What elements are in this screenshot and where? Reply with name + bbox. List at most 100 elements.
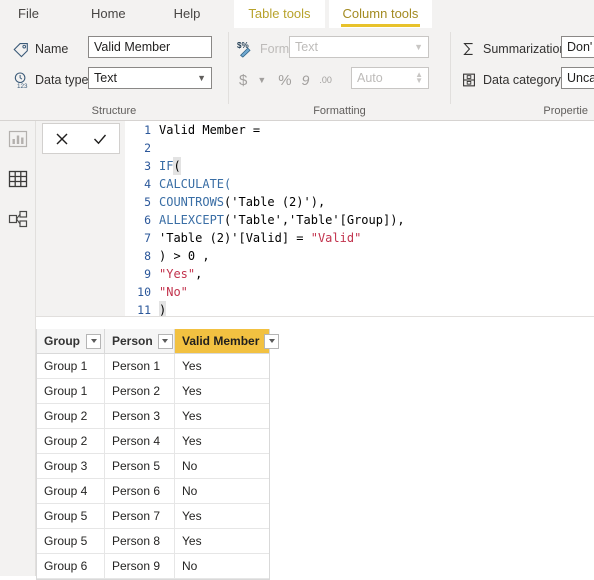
table-cell[interactable]: No	[175, 554, 269, 579]
table-row[interactable]: Group 3 Person 5 No	[37, 454, 269, 479]
report-view-icon[interactable]	[8, 129, 28, 149]
code-line: 5 COUNTROWS('Table (2)'),	[125, 193, 594, 211]
data-type-dropdown[interactable]: Text ▼	[88, 67, 212, 89]
table-cell[interactable]: Person 3	[105, 404, 175, 429]
currency-chevron-icon[interactable]: ▼	[257, 75, 266, 85]
code-text: ALLEXCEPT('Table','Table'[Group]),	[159, 211, 405, 229]
summarization-dropdown[interactable]: Don'	[561, 36, 594, 58]
table-cell[interactable]: Group 5	[37, 504, 105, 529]
data-category-dropdown[interactable]: Unca	[561, 67, 594, 89]
table-row[interactable]: Group 2 Person 4 Yes	[37, 429, 269, 454]
format-icon: $%	[237, 41, 251, 58]
code-line: 8) > 0 ,	[125, 247, 594, 265]
code-token: IF	[159, 159, 174, 173]
code-line: 7 'Table (2)'[Valid] = "Valid"	[125, 229, 594, 247]
ribbon-group-properties: Summarization Don' Data category Unca Pr…	[451, 28, 594, 120]
code-token: Valid Member =	[159, 123, 261, 137]
table-row[interactable]: Group 1 Person 1 Yes	[37, 354, 269, 379]
code-token: ('Table','Table'[Group]),	[224, 213, 405, 227]
table-cell[interactable]: Person 1	[105, 354, 175, 379]
table-row[interactable]: Group 1 Person 2 Yes	[37, 379, 269, 404]
column-header-group[interactable]: Group	[37, 329, 105, 354]
code-text: "No"	[159, 283, 188, 301]
cancel-icon[interactable]	[54, 131, 70, 147]
tab-help[interactable]: Help	[160, 0, 215, 28]
formula-bar: 1 Valid Member = 2 3 IF(4 CALCULATE(5 COUNTROW…	[36, 121, 594, 317]
table-cell[interactable]: Group 4	[37, 479, 105, 504]
code-line: 6 ALLEXCEPT('Table','Table'[Group]),	[125, 211, 594, 229]
table-cell[interactable]: Group 6	[37, 554, 105, 579]
table-cell[interactable]: Person 4	[105, 429, 175, 454]
table-row[interactable]: Group 5 Person 7 Yes	[37, 504, 269, 529]
dax-formula-editor[interactable]: 1 Valid Member = 2 3 IF(4 CALCULATE(5 COUNTROW…	[125, 121, 594, 316]
percent-format-button[interactable]: %	[278, 72, 291, 89]
table-cell[interactable]: Group 1	[37, 354, 105, 379]
table-cell[interactable]: Yes	[175, 404, 269, 429]
table-row[interactable]: Group 5 Person 8 Yes	[37, 529, 269, 554]
table-cell[interactable]: Person 5	[105, 454, 175, 479]
caret-down-icon	[162, 339, 169, 343]
table-cell[interactable]: Person 8	[105, 529, 175, 554]
table-body: Group 1 Person 1 Yes Group 1 Person 2 Yes Grou…	[37, 354, 269, 579]
table-cell[interactable]: Person 9	[105, 554, 175, 579]
tab-file[interactable]: File	[0, 0, 57, 28]
data-table: Group Person Valid Member Group 1 Person 1Y…	[36, 329, 280, 580]
filter-dropdown-icon[interactable]	[157, 333, 173, 349]
data-category-value: Unca	[567, 71, 594, 85]
svg-text:123: 123	[17, 83, 28, 89]
code-token: "Valid"	[310, 231, 362, 245]
code-token: ) > 0 ,	[159, 249, 210, 263]
table-cell[interactable]: Person 6	[105, 479, 175, 504]
table-cell[interactable]: Yes	[175, 379, 269, 404]
decimal-places-input[interactable]: Auto ▲ ▼	[351, 67, 429, 89]
table-cell[interactable]: Group 3	[37, 454, 105, 479]
table-cell[interactable]: Person 7	[105, 504, 175, 529]
group-label-structure: Structure	[91, 105, 137, 117]
table-cell[interactable]: Group 5	[37, 529, 105, 554]
currency-format-button[interactable]: $	[239, 72, 247, 89]
checkmark-icon[interactable]	[92, 131, 108, 147]
line-number: 7	[144, 231, 151, 245]
code-token: ('Table (2)'),	[224, 195, 326, 209]
filter-dropdown-icon[interactable]	[86, 333, 101, 349]
column-header-label: Person	[112, 334, 153, 348]
table-cell[interactable]: Yes	[175, 504, 269, 529]
filter-dropdown-icon[interactable]	[264, 333, 280, 349]
table-row[interactable]: Group 2 Person 3 Yes	[37, 404, 269, 429]
column-header-label: Valid Member	[182, 334, 260, 348]
tab-column-tools[interactable]: Column tools	[328, 0, 433, 28]
main-area: 1 Valid Member = 2 3 IF(4 CALCULATE(5 COUNTROW…	[0, 121, 594, 580]
column-name-input[interactable]: Valid Member	[88, 36, 212, 58]
decimal-places-button[interactable]: .00	[319, 75, 332, 85]
code-token: "Yes"	[159, 267, 196, 281]
table-cell[interactable]: No	[175, 454, 269, 479]
thousands-separator-button[interactable]: 9	[302, 72, 310, 88]
chevron-down-icon: ▼	[197, 73, 206, 83]
table-cell[interactable]: Yes	[175, 529, 269, 554]
table-cell[interactable]: Person 2	[105, 379, 175, 404]
group-label-properties: Propertie	[543, 105, 588, 117]
tab-table-tools[interactable]: Table tools	[234, 0, 325, 28]
datatype-label: Data type	[35, 73, 89, 87]
column-header-person[interactable]: Person	[105, 329, 175, 354]
table-cell[interactable]: Yes	[175, 429, 269, 454]
column-header-valid-member[interactable]: Valid Member	[175, 329, 280, 354]
table-cell[interactable]: No	[175, 479, 269, 504]
tab-home[interactable]: Home	[77, 0, 140, 28]
table-cell[interactable]: Group 1	[37, 379, 105, 404]
format-dropdown[interactable]: Text ▼	[289, 36, 429, 58]
model-view-icon[interactable]	[8, 209, 28, 229]
table-row[interactable]: Group 4 Person 6 No	[37, 479, 269, 504]
table-cell[interactable]: Group 2	[37, 404, 105, 429]
data-view-icon[interactable]	[8, 169, 28, 189]
code-text: )	[159, 301, 167, 316]
line-number: 5	[144, 195, 151, 209]
table-row[interactable]: Group 6 Person 9 No	[37, 554, 269, 579]
datacategory-field-row: Data category	[460, 68, 561, 92]
spinner-icon[interactable]: ▲ ▼	[415, 71, 423, 85]
code-text: Valid Member =	[159, 121, 260, 139]
table-cell[interactable]: Yes	[175, 354, 269, 379]
table-cell[interactable]: Group 2	[37, 429, 105, 454]
line-number: 2	[144, 141, 151, 155]
code-token: "No"	[159, 285, 188, 299]
